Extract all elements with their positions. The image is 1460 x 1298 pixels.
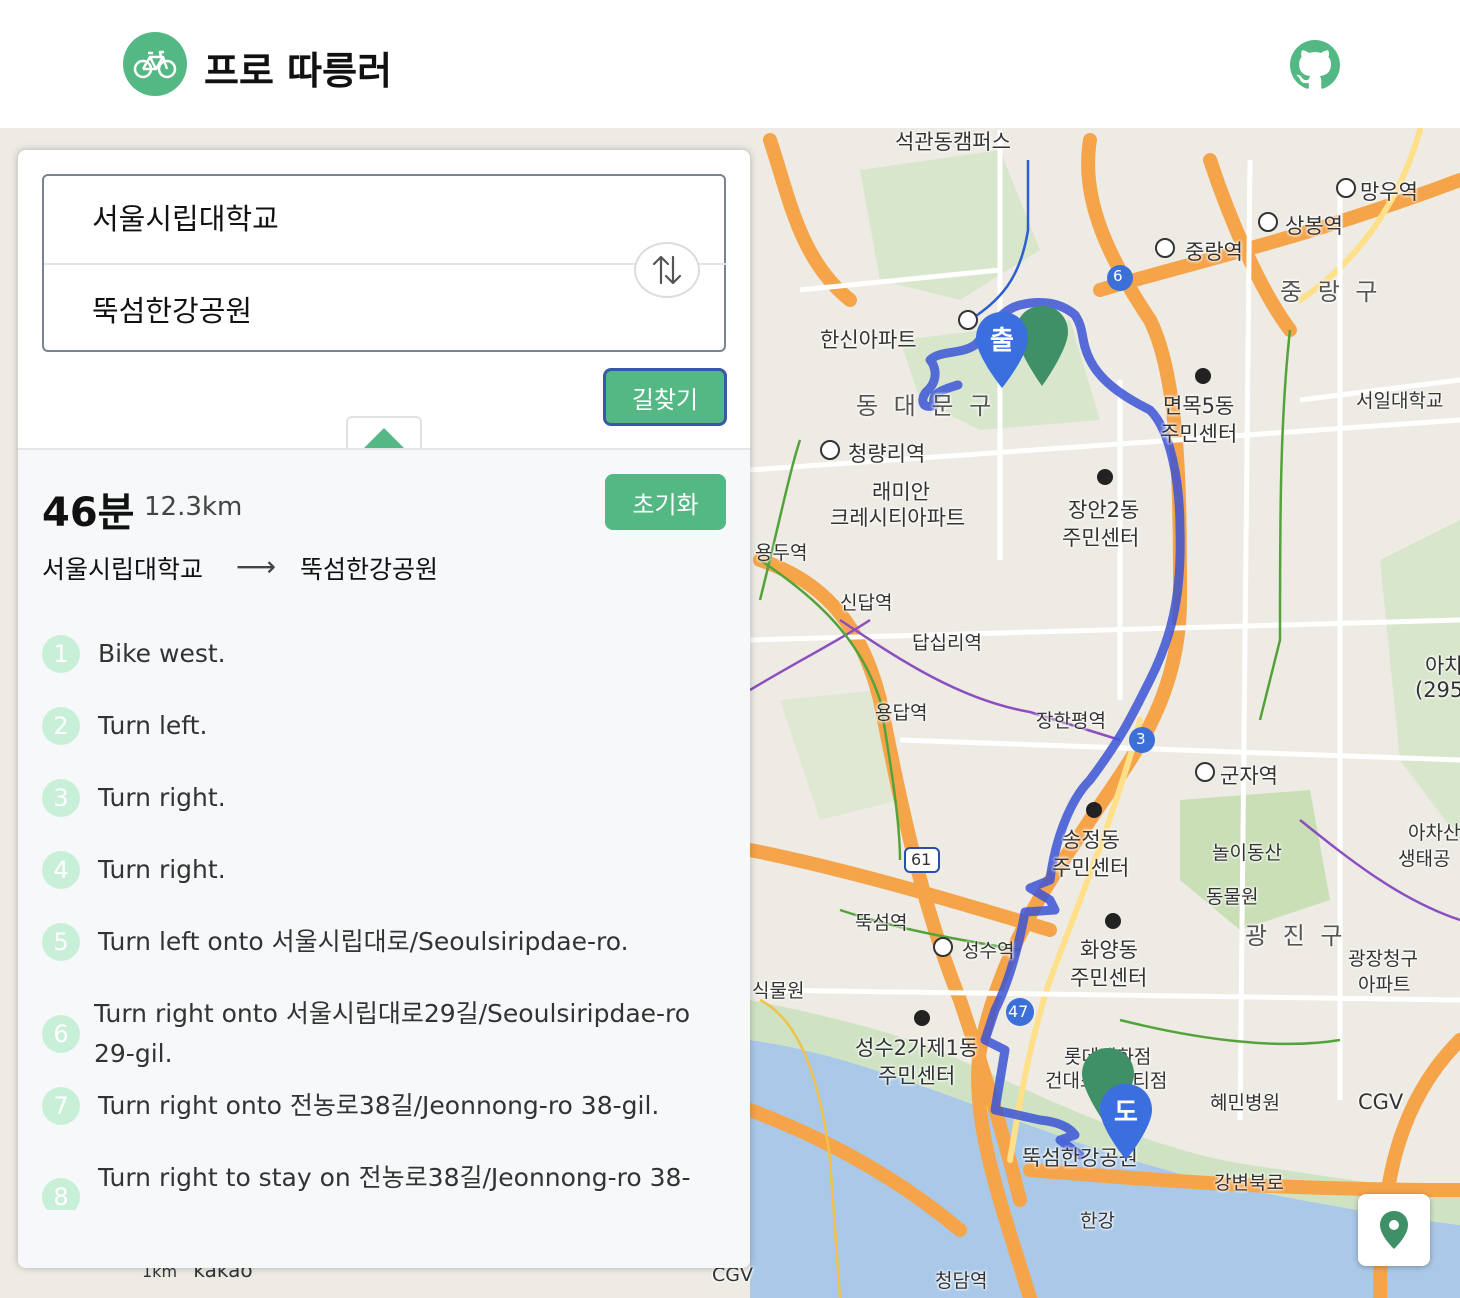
step-number: 6 xyxy=(42,1015,80,1053)
map-label: 생태공 xyxy=(1398,848,1451,870)
map-label: 용두역 xyxy=(755,542,808,564)
map-label: 신답역 xyxy=(840,592,893,614)
direction-step: 6 Turn right onto 서울시립대로29길/Seoulsiripda… xyxy=(42,994,732,1074)
map-label: 놀이동산 xyxy=(1212,842,1282,864)
map-label: 청량리역 xyxy=(848,442,926,466)
map-label: 답십리역 xyxy=(912,632,982,654)
step-text: Turn right onto 서울시립대로29길/Seoulsiripdae-… xyxy=(94,999,691,1068)
map-label: 면목5동 xyxy=(1163,394,1235,418)
direction-step: 8 Turn right to stay on 전농로38길/Jeonnong-… xyxy=(42,1158,732,1210)
route-distance: 12.3km xyxy=(144,492,243,522)
bicycle-icon xyxy=(133,50,177,79)
app-title: 프로 따릉러 xyxy=(204,49,393,93)
step-text: Turn left onto 서울시립대로/Seoulsiripdae-ro. xyxy=(98,927,629,956)
destination-input[interactable]: 뚝섬한강공원 xyxy=(92,288,252,330)
map-label: 서일대학교 xyxy=(1356,390,1444,412)
map-label: 용답역 xyxy=(875,702,928,724)
map-label: 성수2가제1동 xyxy=(855,1036,979,1060)
end-marker[interactable]: 도 xyxy=(1098,1082,1154,1166)
app-header: 프로 따릉러 xyxy=(0,0,1460,128)
current-location-button[interactable] xyxy=(1358,1194,1430,1266)
map-label: 망우역 xyxy=(1360,180,1418,204)
highway-shield: 61 xyxy=(911,850,932,869)
direction-step: 3 Turn right. xyxy=(42,778,732,818)
app-logo[interactable] xyxy=(123,32,187,96)
summary-origin: 서울시립대학교 xyxy=(42,555,204,584)
map-label: 장안2동 xyxy=(1068,498,1140,522)
triangle-up-icon xyxy=(364,428,404,448)
direction-step: 1 Bike west. xyxy=(42,634,732,674)
map-pin-icon xyxy=(1380,1211,1408,1249)
step-number: 8 xyxy=(42,1178,80,1210)
swap-vertical-icon xyxy=(652,255,682,285)
map-label: 동물원 xyxy=(1206,886,1259,908)
highway-shield: 3 xyxy=(1136,730,1146,748)
map-label: 주민센터 xyxy=(1160,422,1238,446)
map-label: 상봉역 xyxy=(1285,214,1343,238)
end-marker-label: 도 xyxy=(1114,1098,1138,1128)
map-label: 한신아파트 xyxy=(820,328,917,352)
github-icon[interactable] xyxy=(1290,40,1340,90)
map-label: (295 xyxy=(1415,678,1460,702)
reset-button[interactable]: 초기화 xyxy=(605,474,726,530)
step-number: 1 xyxy=(42,635,80,673)
route-input-box: 서울시립대학교 뚝섬한강공원 xyxy=(42,174,726,352)
step-text: Turn right onto 전농로38길/Jeonnong-ro 38-gi… xyxy=(98,1091,660,1120)
map-label: 강변북로 xyxy=(1214,1172,1284,1194)
collapse-toggle[interactable] xyxy=(346,416,422,450)
map-label: 주민센터 xyxy=(1070,966,1148,990)
map-label: 한강 xyxy=(1080,1210,1115,1232)
route-divider xyxy=(44,263,726,265)
step-number: 2 xyxy=(42,707,80,745)
start-marker-label: 출 xyxy=(990,326,1014,356)
step-text: Turn right. xyxy=(98,855,226,884)
map-label: 석관동캠퍼스 xyxy=(895,130,1011,154)
route-result: 46분 12.3km 초기화 서울시립대학교 ⟶ 뚝섬한강공원 1 Bike w… xyxy=(18,450,750,1268)
map-label: 송정동 xyxy=(1062,828,1120,852)
swap-button[interactable] xyxy=(634,242,700,298)
map-label: 군자역 xyxy=(1220,764,1278,788)
map-label: 아차 xyxy=(1425,654,1460,678)
direction-step: 4 Turn right. xyxy=(42,850,732,890)
map-label: 청담역 xyxy=(935,1270,988,1292)
route-duration: 46분 xyxy=(42,490,135,536)
map-label: 아차산 xyxy=(1408,822,1460,844)
map-label: 주민센터 xyxy=(1062,526,1140,550)
directions-list[interactable]: 1 Bike west. 2 Turn left. 3 Turn right. … xyxy=(18,610,750,1210)
map-label: 뚝섬역 xyxy=(855,912,908,934)
map-label: 주민센터 xyxy=(1052,856,1130,880)
map-label: 장한평역 xyxy=(1036,710,1106,732)
highway-shield: 6 xyxy=(1113,267,1123,285)
origin-input[interactable]: 서울시립대학교 xyxy=(92,196,279,238)
step-number: 4 xyxy=(42,851,80,889)
map-label: 화양동 xyxy=(1080,938,1138,962)
direction-step: 5 Turn left onto 서울시립대로/Seoulsiripdae-ro… xyxy=(42,922,732,962)
map-label: 주민센터 xyxy=(878,1064,956,1088)
map-label: 혜민병원 xyxy=(1210,1092,1280,1114)
map-label: 식물원 xyxy=(752,980,805,1002)
step-number: 5 xyxy=(42,923,80,961)
route-panel: 서울시립대학교 뚝섬한강공원 길찾기 46분 12.3km 초기화 서울시립대학… xyxy=(18,150,750,1268)
map-label: 중랑역 xyxy=(1185,240,1243,264)
step-number: 7 xyxy=(42,1087,80,1125)
step-text: Turn right to stay on 전농로38길/Jeonnong-ro… xyxy=(98,1163,691,1192)
map-label: 크레시티아파트 xyxy=(830,506,966,530)
summary-destination: 뚝섬한강공원 xyxy=(300,555,439,584)
map-label: 광 진 구 xyxy=(1245,922,1347,950)
step-text: Bike west. xyxy=(98,639,226,668)
step-number: 3 xyxy=(42,779,80,817)
step-text: Turn left. xyxy=(98,711,208,740)
map-label: 성수역 xyxy=(962,940,1015,962)
map-label: 중 랑 구 xyxy=(1280,278,1382,306)
arrow-right-icon: ⟶ xyxy=(236,550,277,583)
direction-step: 7 Turn right onto 전농로38길/Jeonnong-ro 38-… xyxy=(42,1086,732,1126)
search-button[interactable]: 길찾기 xyxy=(603,368,727,426)
map-label: 광장청구 xyxy=(1348,948,1418,970)
highway-shield: 47 xyxy=(1008,1002,1029,1021)
step-text: Turn right. xyxy=(98,783,226,812)
start-marker[interactable]: 출 xyxy=(974,310,1030,394)
map-label: 아파트 xyxy=(1358,974,1411,996)
direction-step: 2 Turn left. xyxy=(42,706,732,746)
map-label: CGV xyxy=(1358,1090,1404,1114)
